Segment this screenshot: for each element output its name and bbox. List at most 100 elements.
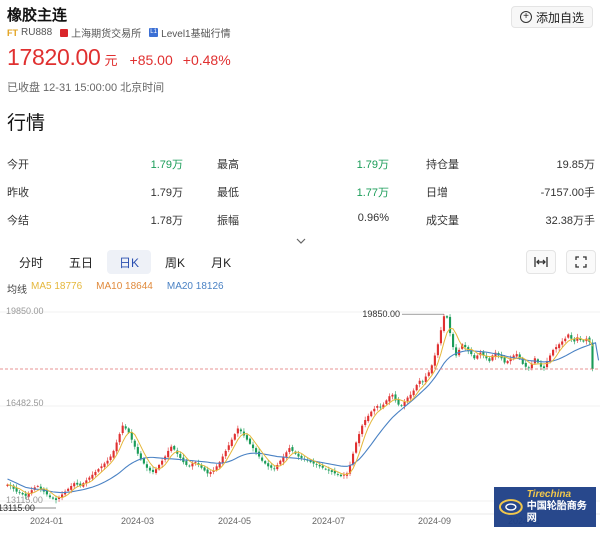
stat-value: -7157.00手	[540, 187, 595, 199]
tab-daily-k[interactable]: 日K	[107, 250, 152, 274]
candle-body	[221, 456, 224, 463]
candle-body	[167, 450, 170, 458]
price-unit: 元	[104, 53, 118, 68]
tab-monthly-k[interactable]: 月K	[199, 250, 243, 274]
candle-body	[112, 450, 115, 458]
candle-body	[248, 438, 252, 444]
stat-value: 32.38万手	[545, 215, 595, 227]
candle-body	[194, 462, 197, 463]
candle-body	[406, 397, 409, 402]
candle-body	[88, 477, 91, 480]
candle-body	[148, 467, 152, 471]
expand-chevron-icon[interactable]	[296, 236, 306, 246]
candle-body	[100, 466, 103, 469]
candle-body	[421, 381, 424, 383]
candle-body	[227, 445, 230, 450]
stat-label: 今结	[7, 215, 29, 227]
candle-body	[527, 367, 530, 369]
candle-body	[215, 466, 218, 470]
candle-body	[258, 451, 261, 457]
tire-logo-icon	[498, 499, 523, 515]
candle-body	[224, 450, 227, 457]
candle-body	[124, 426, 127, 429]
stats-row: 今结 1.78万 振幅 0.96% 成交量 32.38万手	[7, 206, 597, 234]
candle-body	[442, 316, 446, 331]
candle-body	[409, 394, 412, 399]
candle-body	[185, 461, 188, 465]
candle-body	[582, 340, 585, 342]
exchange-tag: 上海期货交易所	[60, 25, 141, 40]
fit-width-button[interactable]	[526, 250, 556, 274]
low-label: 13115.00	[0, 503, 35, 513]
candle-body	[251, 444, 255, 449]
tab-weekly-k[interactable]: 周K	[153, 250, 197, 274]
exchange-flag-icon	[60, 28, 69, 37]
stat-label: 成交量	[426, 215, 459, 227]
candle-body	[109, 456, 112, 461]
candle-body	[70, 485, 73, 490]
candle-body	[245, 435, 249, 440]
candle-body	[103, 463, 106, 468]
candle-body	[373, 408, 376, 412]
candle-body	[403, 401, 406, 407]
candle-body	[97, 469, 100, 472]
fullscreen-button[interactable]	[566, 250, 596, 274]
stat-label: 今开	[7, 159, 29, 171]
candle-body	[151, 469, 155, 472]
candle-body	[503, 357, 506, 363]
candle-body	[397, 399, 400, 405]
candle-body	[285, 452, 288, 457]
ma5-value: MA5 18776	[31, 281, 83, 292]
candle-body	[488, 358, 491, 362]
last-price: 17820.00	[7, 44, 101, 70]
candle-body	[76, 482, 79, 485]
x-tick-label: 2024-03	[121, 516, 154, 526]
ma-label: 均线	[7, 285, 27, 296]
y-tick-label: 19850.00	[6, 306, 44, 316]
candle-body	[261, 457, 264, 461]
candle-body	[18, 492, 21, 494]
price-row: 17820.00 元 +85.00 +0.48%	[7, 44, 237, 71]
code-tag: FT RU888	[7, 27, 52, 38]
candle-body	[209, 471, 212, 475]
candle-body	[318, 464, 321, 467]
instrument-title: 橡胶主连	[7, 7, 68, 24]
x-axis-ticks: 2024-01 2024-03 2024-05 2024-07 2024-09 …	[30, 516, 540, 526]
add-to-watchlist-label: 添加自选	[535, 10, 584, 25]
quote-header: 橡胶主连 + 添加自选 FT RU888 上海期货交易所 L1 Level1基础…	[7, 4, 593, 102]
low-annotation: 13115.00	[0, 503, 57, 513]
candle-body	[279, 460, 282, 465]
candle-body	[230, 439, 233, 446]
candle-body	[330, 470, 333, 472]
candle-body	[188, 465, 191, 467]
tab-five-day[interactable]: 五日	[57, 250, 105, 274]
candle-body	[418, 380, 421, 384]
candle-body	[336, 474, 339, 475]
candle-body	[324, 468, 327, 470]
stats-row: 昨收 1.79万 最低 1.77万 日增 -7157.00手	[7, 178, 597, 206]
add-to-watchlist-button[interactable]: + 添加自选	[510, 6, 593, 28]
site-watermark: Tirechina 中国轮胎商务网	[494, 487, 596, 527]
candle-body	[315, 464, 318, 466]
candle-body	[173, 446, 176, 450]
ma20-value: MA20 18126	[166, 281, 224, 292]
candle-body	[51, 497, 55, 499]
stat-value: 19.85万	[556, 159, 595, 171]
candle-body	[118, 434, 121, 443]
candle-body	[291, 447, 294, 451]
watermark-logo-text: Tirechina 中国轮胎商务网	[526, 489, 587, 524]
candle-body	[388, 396, 391, 402]
stat-value: 1.78万	[150, 215, 183, 227]
candle-body	[39, 486, 42, 489]
candle-body	[136, 447, 139, 454]
candle-body	[142, 458, 145, 464]
stats-grid: 今开 1.79万 最高 1.79万 持仓量 19.85万 昨收 1.79万 最低…	[7, 150, 597, 234]
candle-body	[179, 454, 182, 458]
candlestick-series	[6, 313, 594, 504]
candle-body	[267, 463, 270, 467]
candle-body	[170, 446, 173, 451]
tab-intraday[interactable]: 分时	[7, 250, 55, 274]
candle-body	[542, 366, 546, 369]
candle-body	[427, 372, 430, 376]
ma10-value: MA10 18644	[96, 281, 153, 292]
